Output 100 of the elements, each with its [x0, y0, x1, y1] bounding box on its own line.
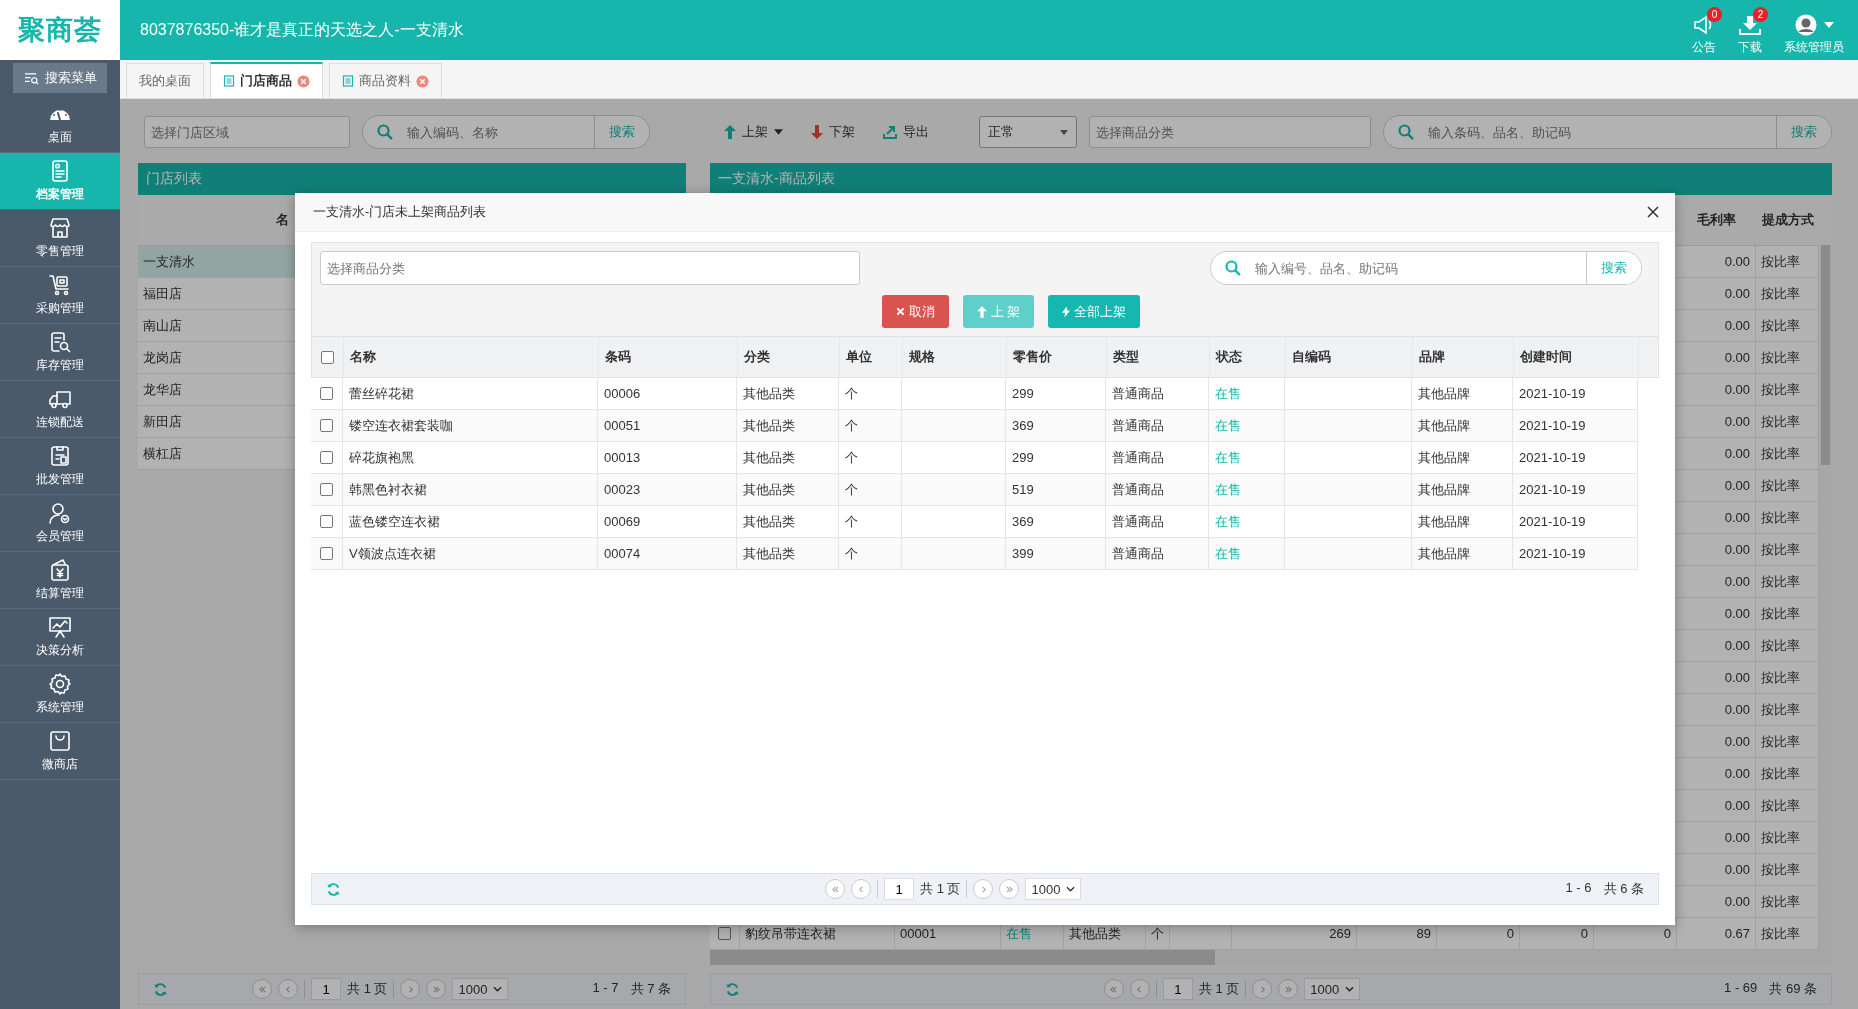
- table-cell: 韩黑色衬衣裙: [343, 474, 598, 505]
- table-cell: 0.00: [1677, 566, 1756, 597]
- category-field[interactable]: 选择商品分类: [1089, 116, 1371, 148]
- table-cell: 蕾丝碎花裙: [343, 378, 598, 409]
- export-icon: [883, 125, 897, 139]
- table-cell: 个: [839, 506, 902, 537]
- table-cell: 0.00: [1677, 790, 1756, 821]
- chevron-down-icon: [1345, 986, 1355, 992]
- checkbox[interactable]: [320, 451, 333, 464]
- export-button[interactable]: 导出: [875, 123, 937, 141]
- checkbox[interactable]: [320, 483, 333, 496]
- table-cell: 369: [1006, 506, 1106, 537]
- record-total: 共 69 条: [1769, 980, 1817, 998]
- checkbox[interactable]: [718, 927, 731, 940]
- record-range: 1 - 6: [1565, 880, 1592, 897]
- caret-icon: [1823, 21, 1834, 28]
- table-cell: 0.00: [1677, 630, 1756, 661]
- previous-page-button[interactable]: [851, 879, 871, 899]
- table-cell: 0.00: [1677, 246, 1756, 277]
- record-range: 1 - 7: [592, 980, 619, 997]
- checkbox[interactable]: [320, 419, 333, 432]
- double-chevron-right-icon: [1005, 884, 1014, 894]
- category-field[interactable]: 选择商品分类: [320, 251, 860, 285]
- avatar-icon: [1794, 13, 1817, 36]
- chevron-right-icon: [406, 984, 415, 994]
- page-size-select[interactable]: 1000: [1304, 978, 1361, 1000]
- store-area-field[interactable]: 选择门店区域: [144, 116, 350, 148]
- table-cell: 0.00: [1677, 374, 1756, 405]
- page-number-field[interactable]: 1: [1162, 978, 1193, 1000]
- record-total: 共 7 条: [630, 980, 671, 998]
- next-page-button[interactable]: [1252, 979, 1273, 999]
- table-cell: 0.00: [1677, 406, 1756, 437]
- checkbox[interactable]: [320, 515, 333, 528]
- announcement-button[interactable]: 0 公告: [1692, 4, 1724, 56]
- refresh-icon[interactable]: [153, 981, 168, 997]
- next-page-button[interactable]: [973, 879, 994, 899]
- status-select[interactable]: 正常: [979, 116, 1077, 148]
- clipboard-icon: [48, 444, 72, 468]
- column-header: 毛利率: [1696, 211, 1737, 229]
- count-badge: 0: [1707, 6, 1722, 22]
- unshelve-button[interactable]: 下架: [803, 123, 863, 141]
- checkbox[interactable]: [320, 387, 333, 400]
- previous-page-button[interactable]: [278, 979, 298, 999]
- tab[interactable]: 商品资料: [329, 63, 442, 98]
- close-tab-icon[interactable]: [416, 74, 429, 88]
- checkbox[interactable]: [320, 547, 333, 560]
- table-cell: 00069: [598, 506, 737, 537]
- table-cell: 00051: [598, 410, 737, 441]
- last-page-button[interactable]: [999, 879, 1020, 899]
- close-icon[interactable]: [1647, 206, 1659, 218]
- last-page-button[interactable]: [426, 979, 447, 999]
- table-cell: 0.00: [1677, 438, 1756, 469]
- table-cell: 0.00: [1677, 502, 1756, 533]
- refresh-icon[interactable]: [326, 881, 341, 897]
- table-cell: 2021-10-19: [1513, 474, 1638, 505]
- tab[interactable]: 我的桌面: [126, 63, 204, 98]
- table-cell: 其他品类: [737, 378, 839, 409]
- next-page-button[interactable]: [400, 979, 421, 999]
- last-page-button[interactable]: [1278, 979, 1299, 999]
- chevron-left-icon: [283, 984, 293, 994]
- close-tab-icon[interactable]: [297, 74, 310, 88]
- table-cell: 普通商品: [1106, 506, 1209, 537]
- table-cell: 普通商品: [1106, 410, 1209, 441]
- column-header: 状态: [1210, 337, 1286, 377]
- table-cell: 0.00: [1677, 662, 1756, 693]
- table-cell: 其他品类: [737, 538, 839, 569]
- first-page-button[interactable]: [252, 979, 272, 999]
- table-cell: 其他品类: [737, 442, 839, 473]
- record-range: 1 - 69: [1724, 980, 1758, 997]
- shelve-button[interactable]: 上架: [716, 123, 791, 141]
- page-size-select[interactable]: 1000: [1025, 878, 1082, 900]
- table-cell: 0.00: [1677, 342, 1756, 373]
- tab[interactable]: 门店商品: [210, 62, 323, 98]
- app-title: 8037876350-谁才是真正的天选之人-一支清水: [140, 19, 464, 40]
- cancel-button[interactable]: 取消: [881, 295, 949, 328]
- first-page-button[interactable]: [825, 879, 845, 899]
- page-number-field[interactable]: 1: [311, 978, 341, 1000]
- clipboard-search-icon: [48, 330, 72, 354]
- table-cell: 2021-10-19: [1513, 410, 1638, 441]
- first-page-button[interactable]: [1103, 979, 1124, 999]
- table-cell: 299: [1006, 442, 1106, 473]
- table-cell: 0.00: [1677, 854, 1756, 885]
- table-cell: 个: [839, 538, 902, 569]
- refresh-icon[interactable]: [725, 981, 740, 997]
- table-cell: 普通商品: [1106, 538, 1209, 569]
- previous-page-button[interactable]: [1129, 979, 1150, 999]
- table-cell: 其他品类: [737, 506, 839, 537]
- search-menu-button[interactable]: 搜索菜单: [13, 63, 107, 93]
- action-label: 公告: [1692, 38, 1716, 56]
- table-cell: 0.00: [1677, 278, 1756, 309]
- double-chevron-left-icon: [1109, 984, 1119, 994]
- select-all-checkbox[interactable]: [321, 350, 334, 364]
- download-button[interactable]: 2 下载: [1738, 4, 1770, 56]
- page-size-select[interactable]: 1000: [452, 978, 509, 1000]
- chart-board-icon: [48, 615, 72, 639]
- chevron-left-icon: [856, 884, 866, 894]
- column-header: 零售价: [1007, 337, 1107, 377]
- table-cell: 2021-10-19: [1513, 506, 1638, 537]
- page-number-field[interactable]: 1: [884, 878, 914, 900]
- column-header: 条码: [599, 337, 738, 377]
